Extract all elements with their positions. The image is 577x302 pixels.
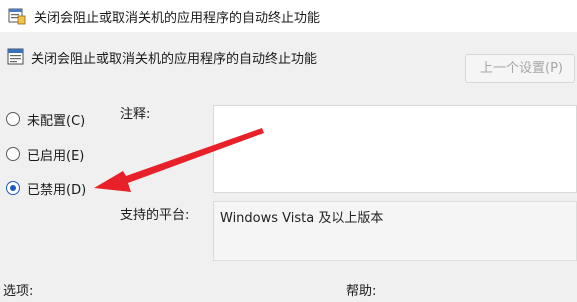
supported-platform-label: 支持的平台:: [120, 208, 190, 223]
title-bar: 关闭会阻止或取消关机的应用程序的自动终止功能: [0, 0, 577, 32]
supported-platform-value: Windows Vista 及以上版本: [220, 211, 384, 226]
radio-disabled[interactable]: 已禁用(D): [6, 178, 86, 198]
policy-title: 关闭会阻止或取消关机的应用程序的自动终止功能: [31, 52, 318, 67]
radio-not-configured[interactable]: 未配置(C): [6, 109, 85, 129]
help-label: 帮助:: [346, 284, 377, 299]
comment-textarea[interactable]: [213, 105, 577, 193]
radio-circle-selected[interactable]: [6, 181, 20, 195]
radio-circle[interactable]: [6, 147, 20, 161]
supported-platform-field: Windows Vista 及以上版本: [213, 201, 577, 261]
previous-setting-button[interactable]: 上一个设置(P): [465, 54, 575, 83]
window-title: 关闭会阻止或取消关机的应用程序的自动终止功能: [34, 11, 321, 26]
policy-setting-icon: [8, 8, 26, 25]
radio-circle[interactable]: [6, 112, 20, 126]
policy-document-icon: [7, 48, 24, 65]
radio-label-enabled[interactable]: 已启用(E): [27, 145, 84, 164]
comment-label: 注释:: [120, 107, 151, 122]
options-label: 选项:: [3, 284, 34, 299]
radio-label-not-configured[interactable]: 未配置(C): [27, 110, 85, 129]
radio-enabled[interactable]: 已启用(E): [6, 144, 84, 164]
radio-label-disabled[interactable]: 已禁用(D): [27, 179, 86, 198]
